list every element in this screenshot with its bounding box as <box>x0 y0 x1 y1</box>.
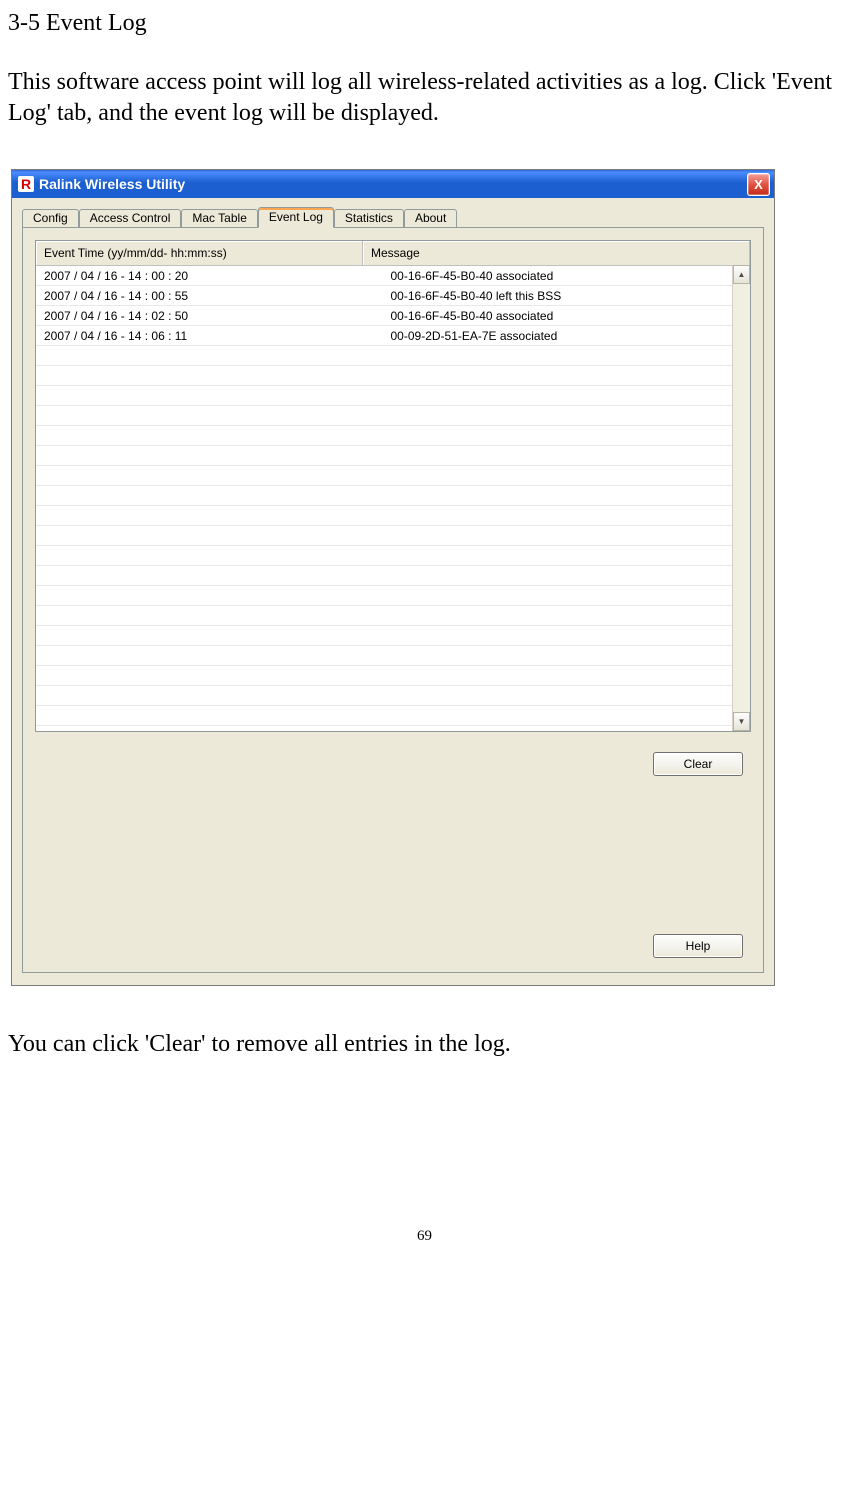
table-row-empty <box>36 506 750 526</box>
cell-message: 00-16-6F-45-B0-40 left this BSS <box>363 286 750 306</box>
table-row-empty <box>36 366 750 386</box>
chevron-down-icon: ▼ <box>738 717 746 726</box>
close-button[interactable]: X <box>747 173 770 196</box>
tab-panel: Event Time (yy/mm/dd- hh:mm:ss) Message … <box>22 227 764 973</box>
table-row-empty <box>36 486 750 506</box>
table-row[interactable]: 2007 / 04 / 16 - 14 : 00 : 20 00-16-6F-4… <box>36 266 750 286</box>
table-row-empty <box>36 566 750 586</box>
app-window: R Ralink Wireless Utility X Config Acces… <box>11 169 775 986</box>
table-row-empty <box>36 686 750 706</box>
after-paragraph: You can click 'Clear' to remove all entr… <box>8 1031 841 1058</box>
window-body: Config Access Control Mac Table Event Lo… <box>12 198 774 985</box>
cell-message: 00-16-6F-45-B0-40 associated <box>363 266 750 286</box>
cell-time: 2007 / 04 / 16 - 14 : 02 : 50 <box>36 306 363 326</box>
page-number: 69 <box>8 1228 841 1245</box>
col-header-message[interactable]: Message <box>363 241 750 266</box>
table-row-empty <box>36 446 750 466</box>
help-button[interactable]: Help <box>653 934 743 958</box>
table-row-empty <box>36 406 750 426</box>
table-row-empty <box>36 646 750 666</box>
intro-paragraph: This software access point will log all … <box>8 67 841 129</box>
clear-button[interactable]: Clear <box>653 752 743 776</box>
vertical-scrollbar[interactable]: ▲ ▼ <box>732 265 750 731</box>
scroll-up-button[interactable]: ▲ <box>733 265 750 284</box>
event-log-table-container: Event Time (yy/mm/dd- hh:mm:ss) Message … <box>35 240 751 732</box>
table-row-empty <box>36 626 750 646</box>
cell-time: 2007 / 04 / 16 - 14 : 00 : 55 <box>36 286 363 306</box>
chevron-up-icon: ▲ <box>738 270 746 279</box>
section-heading: 3-5 Event Log <box>8 10 841 37</box>
table-row-empty <box>36 606 750 626</box>
table-row-empty <box>36 726 750 733</box>
cell-time: 2007 / 04 / 16 - 14 : 06 : 11 <box>36 326 363 346</box>
table-row-empty <box>36 386 750 406</box>
table-row-empty <box>36 346 750 366</box>
cell-message: 00-09-2D-51-EA-7E associated <box>363 326 750 346</box>
table-row-empty <box>36 466 750 486</box>
scroll-down-button[interactable]: ▼ <box>733 712 750 731</box>
close-icon: X <box>754 177 763 192</box>
table-row-empty <box>36 526 750 546</box>
table-row-empty <box>36 426 750 446</box>
table-row-empty <box>36 666 750 686</box>
window-title: Ralink Wireless Utility <box>39 176 185 192</box>
table-row-empty <box>36 586 750 606</box>
table-row[interactable]: 2007 / 04 / 16 - 14 : 06 : 11 00-09-2D-5… <box>36 326 750 346</box>
table-row[interactable]: 2007 / 04 / 16 - 14 : 00 : 55 00-16-6F-4… <box>36 286 750 306</box>
cell-message: 00-16-6F-45-B0-40 associated <box>363 306 750 326</box>
tab-event-log[interactable]: Event Log <box>258 207 334 228</box>
event-log-table: Event Time (yy/mm/dd- hh:mm:ss) Message … <box>36 241 750 732</box>
app-icon: R <box>18 176 34 192</box>
intro-line-1: This software access point will log all … <box>8 69 708 95</box>
table-row[interactable]: 2007 / 04 / 16 - 14 : 02 : 50 00-16-6F-4… <box>36 306 750 326</box>
table-row-empty <box>36 546 750 566</box>
col-header-time[interactable]: Event Time (yy/mm/dd- hh:mm:ss) <box>36 241 363 266</box>
table-row-empty <box>36 706 750 726</box>
tab-strip: Config Access Control Mac Table Event Lo… <box>22 207 764 228</box>
cell-time: 2007 / 04 / 16 - 14 : 00 : 20 <box>36 266 363 286</box>
title-bar[interactable]: R Ralink Wireless Utility X <box>12 170 774 198</box>
